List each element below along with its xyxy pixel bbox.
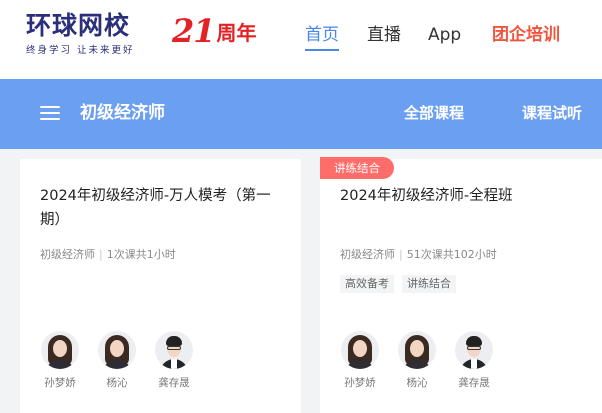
teacher-list: 孙梦娇 杨沁 龚存晟 (40, 331, 211, 390)
course-category: 初级经济师 (40, 248, 95, 261)
teacher[interactable]: 杨沁 (97, 331, 137, 390)
teacher-name: 龚存晟 (158, 377, 190, 389)
course-card[interactable]: 讲练结合 2024年初级经济师-全程班 初级经济师 | 51次课共102小时 高效备… (320, 157, 602, 413)
teacher-name: 龚存晟 (458, 377, 490, 389)
meta-divider: | (99, 248, 103, 261)
course-card[interactable]: 2024年初级经济师-万人模考（第一期） 初级经济师 | 1次课共1小时 孙梦娇 杨… (20, 159, 301, 413)
meta-divider: | (399, 248, 403, 261)
teacher-avatar-icon (341, 331, 379, 369)
course-chip: 高效备考 (340, 275, 394, 293)
nav-live[interactable]: 直播 (367, 22, 401, 52)
anniversary-badge: 21 周年 (172, 14, 257, 48)
teacher-name: 孙梦娇 (344, 377, 376, 389)
teacher-name: 杨沁 (406, 377, 428, 389)
teacher[interactable]: 杨沁 (397, 331, 437, 390)
course-sessions: 1次课共1小时 (106, 248, 176, 261)
site-logo[interactable]: 环球网校 终身学习 让未来更好 (26, 11, 148, 57)
teacher-avatar-icon (98, 331, 136, 369)
teacher[interactable]: 孙梦娇 (40, 331, 80, 390)
course-sessions: 51次课共102小时 (406, 248, 497, 261)
teacher-avatar-icon (155, 331, 193, 369)
course-meta: 初级经济师 | 1次课共1小时 (40, 247, 176, 263)
teacher[interactable]: 龚存晟 (454, 331, 494, 390)
teacher-name: 孙梦娇 (44, 377, 76, 389)
anniversary-text: 周年 (216, 21, 257, 45)
all-courses-link[interactable]: 全部课程 (404, 101, 464, 125)
teacher-list: 孙梦娇 杨沁 龚存晟 (340, 331, 511, 390)
menu-icon[interactable] (40, 104, 62, 122)
teacher-avatar-icon (455, 331, 493, 369)
course-chips: 高效备考 讲练结合 (340, 275, 456, 293)
teacher-name: 杨沁 (106, 377, 128, 389)
teacher[interactable]: 龚存晟 (154, 331, 194, 390)
teacher-avatar-icon (398, 331, 436, 369)
category-title: 初级经济师 (80, 103, 165, 123)
nav-corporate-training[interactable]: 团企培训 (492, 22, 560, 52)
course-trial-link[interactable]: 课程试听 (522, 101, 582, 125)
course-category: 初级经济师 (340, 248, 395, 261)
logo-slogan: 终身学习 让未来更好 (26, 45, 135, 56)
course-meta: 初级经济师 | 51次课共102小时 (340, 247, 497, 263)
course-tag-badge: 讲练结合 (320, 157, 394, 179)
course-chip: 讲练结合 (402, 275, 456, 293)
nav-app[interactable]: App (428, 22, 461, 52)
top-header: 环球网校 终身学习 让未来更好 21 周年 首页 直播 App 团企培训 (0, 0, 602, 79)
course-title: 2024年初级经济师-全程班 (340, 188, 513, 204)
category-bar: 初级经济师 全部课程 课程试听 (0, 79, 602, 149)
course-title: 2024年初级经济师-万人模考（第一期） (40, 188, 271, 228)
logo-main-text: 环球网校 (26, 11, 131, 40)
anniversary-number: 21 (172, 12, 216, 50)
nav-home[interactable]: 首页 (305, 22, 339, 52)
teacher[interactable]: 孙梦娇 (340, 331, 380, 390)
teacher-avatar-icon (41, 331, 79, 369)
